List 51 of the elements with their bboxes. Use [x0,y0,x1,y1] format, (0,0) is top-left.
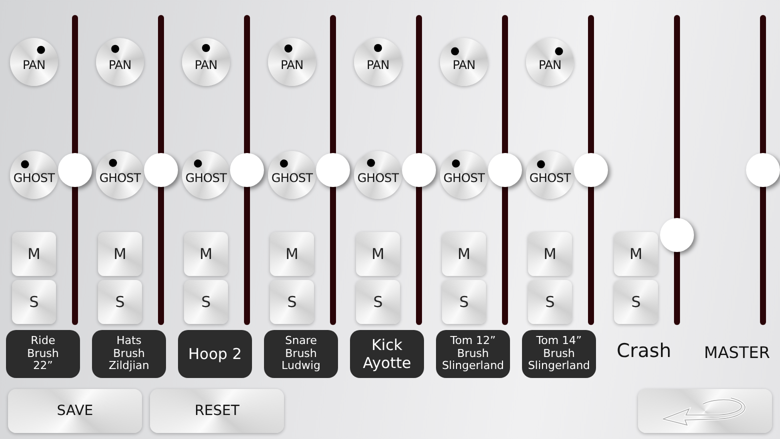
channel-label: Kick Ayotte [350,330,424,378]
ghost-knob[interactable]: GHOST [354,151,402,199]
fader-thumb[interactable] [230,153,264,187]
channel-label: MASTER [703,343,771,362]
text-button[interactable]: RESET [150,389,284,433]
fader-thumb[interactable] [58,153,92,187]
fader-thumb[interactable] [660,218,694,252]
pan-knob[interactable]: PAN [10,38,58,86]
mute-button[interactable]: M [356,232,400,276]
back-button[interactable] [638,389,772,433]
mute-button[interactable]: M [184,232,228,276]
fader-thumb[interactable] [574,153,608,187]
ghost-knob[interactable]: GHOST [440,151,488,199]
pan-knob[interactable]: PAN [354,38,402,86]
fader-thumb[interactable] [144,153,178,187]
fader-thumb[interactable] [746,153,780,187]
pan-knob[interactable]: PAN [182,38,230,86]
ghost-knob[interactable]: GHOST [526,151,574,199]
ghost-knob[interactable]: GHOST [268,151,316,199]
mute-button[interactable]: M [98,232,142,276]
channel-label: Hoop 2 [178,330,252,378]
text-button[interactable]: SAVE [8,389,142,433]
channel-label: Ride Brush 22” [6,330,80,378]
ghost-knob[interactable]: GHOST [182,151,230,199]
mute-button[interactable]: M [270,232,314,276]
pan-knob[interactable]: PAN [96,38,144,86]
solo-button[interactable]: S [442,280,486,324]
mute-button[interactable]: M [12,232,56,276]
solo-button[interactable]: S [12,280,56,324]
pan-knob[interactable]: PAN [440,38,488,86]
channel-label: Hats Brush Zildjian [92,330,166,378]
solo-button[interactable]: S [528,280,572,324]
pan-knob[interactable]: PAN [526,38,574,86]
fader-thumb[interactable] [488,153,522,187]
pan-knob[interactable]: PAN [268,38,316,86]
ghost-knob[interactable]: GHOST [10,151,58,199]
mute-button[interactable]: M [528,232,572,276]
channel-label: Crash [616,340,672,362]
solo-button[interactable]: S [98,280,142,324]
ghost-knob[interactable]: GHOST [96,151,144,199]
mute-button[interactable]: M [614,232,658,276]
solo-button[interactable]: S [270,280,314,324]
solo-button[interactable]: S [614,280,658,324]
channel-label: Tom 14” Brush Slingerland [522,330,596,378]
fader-thumb[interactable] [402,153,436,187]
solo-button[interactable]: S [356,280,400,324]
channel-label: Snare Brush Ludwig [264,330,338,378]
channel-label: Tom 12” Brush Slingerland [436,330,510,378]
mute-button[interactable]: M [442,232,486,276]
fader-thumb[interactable] [316,153,350,187]
solo-button[interactable]: S [184,280,228,324]
